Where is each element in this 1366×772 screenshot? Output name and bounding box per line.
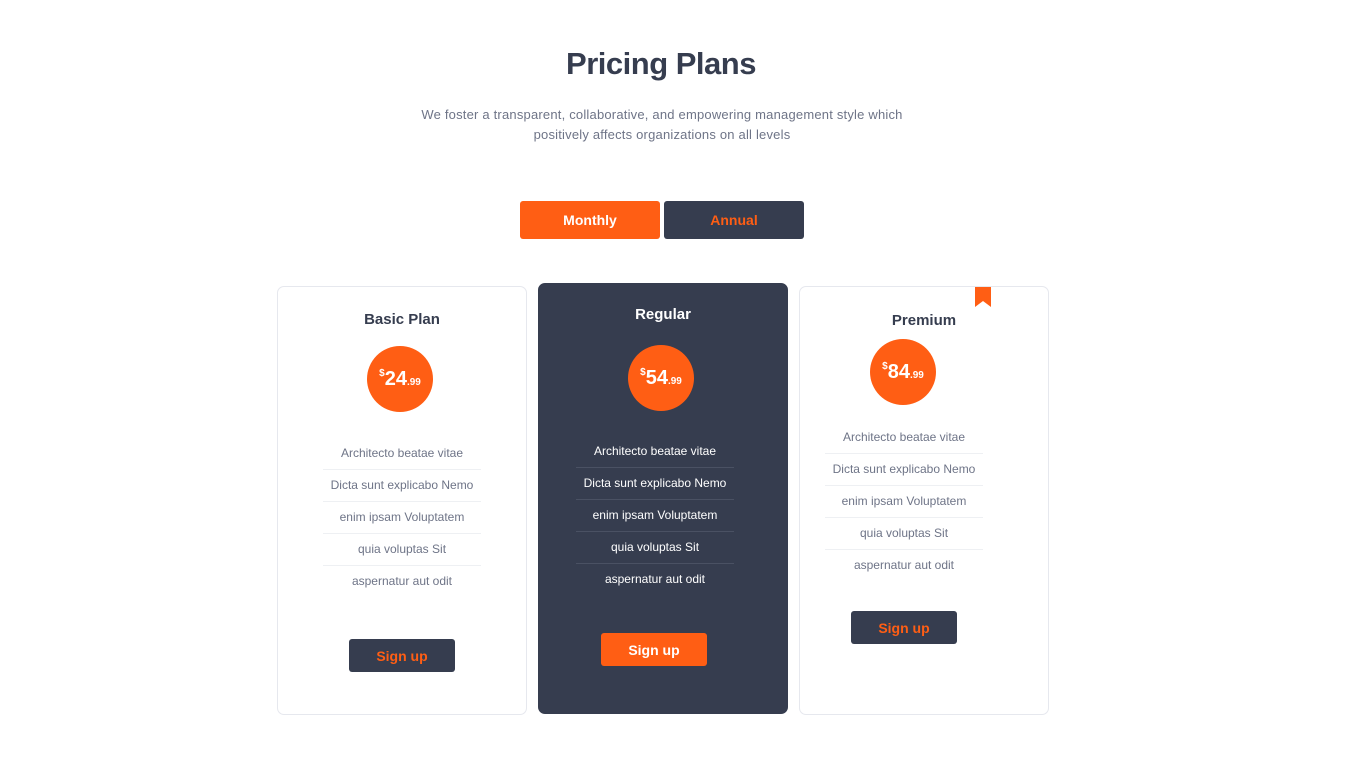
price-whole: 54 [645, 366, 668, 389]
feature-item: enim ipsam Voluptatem [825, 486, 983, 518]
feature-item: Architecto beatae vitae [825, 422, 983, 454]
signup-button-basic[interactable]: Sign up [349, 639, 455, 672]
plan-name: Regular [635, 306, 691, 323]
price-whole: 84 [887, 360, 910, 383]
price-cents: .99 [909, 370, 924, 381]
feature-list: Architecto beatae vitae Dicta sunt expli… [576, 436, 734, 595]
feature-item: aspernatur aut odit [604, 572, 706, 586]
plan-card-basic: Basic Plan $ 24 .99 Architecto beatae vi… [277, 286, 527, 715]
plan-name: Basic Plan [364, 311, 440, 328]
annual-toggle-button[interactable]: Annual [664, 201, 804, 239]
subtitle-line-1: We foster a transparent, collaborative, … [421, 107, 903, 122]
feature-item: Architecto beatae vitae [323, 438, 481, 470]
plan-name: Premium [891, 312, 957, 329]
price-cents: .99 [667, 376, 682, 387]
feature-item: Dicta sunt explicabo Nemo [323, 470, 481, 502]
feature-item: Dicta sunt explicabo Nemo [576, 468, 734, 500]
billing-toggle: Monthly Annual [520, 201, 804, 239]
feature-item: quia voluptas Sit [323, 534, 481, 566]
feature-list: Architecto beatae vitae Dicta sunt expli… [323, 438, 481, 597]
monthly-toggle-button[interactable]: Monthly [520, 201, 660, 239]
feature-item: quia voluptas Sit [825, 518, 983, 550]
feature-item: enim ipsam Voluptatem [323, 502, 481, 534]
signup-button-premium[interactable]: Sign up [851, 611, 957, 644]
price-whole: 24 [384, 367, 407, 390]
plan-card-regular: Regular $ 54 .99 Architecto beatae vitae… [538, 283, 788, 714]
feature-list: Architecto beatae vitae Dicta sunt expli… [825, 422, 983, 581]
price-cents: .99 [406, 377, 421, 388]
price-badge: $ 54 .99 [628, 345, 694, 411]
plan-card-premium: Premium $ 84 .99 Architecto beatae vitae… [799, 286, 1049, 715]
feature-item: aspernatur aut odit [351, 574, 453, 588]
feature-item: enim ipsam Voluptatem [576, 500, 734, 532]
price-badge: $ 24 .99 [367, 346, 433, 412]
feature-item: aspernatur aut odit [853, 558, 955, 572]
feature-item: quia voluptas Sit [576, 532, 734, 564]
bookmark-icon [975, 287, 991, 307]
price-badge: $ 84 .99 [870, 339, 936, 405]
pricing-page: Pricing Plans We foster a transparent, c… [0, 0, 1366, 772]
page-subtitle: We foster a transparent, collaborative, … [396, 105, 928, 145]
page-title: Pricing Plans [566, 46, 756, 81]
feature-item: Architecto beatae vitae [576, 436, 734, 468]
subtitle-line-2: positively affects organizations on all … [533, 127, 791, 142]
signup-button-regular[interactable]: Sign up [601, 633, 707, 666]
feature-item: Dicta sunt explicabo Nemo [825, 454, 983, 486]
